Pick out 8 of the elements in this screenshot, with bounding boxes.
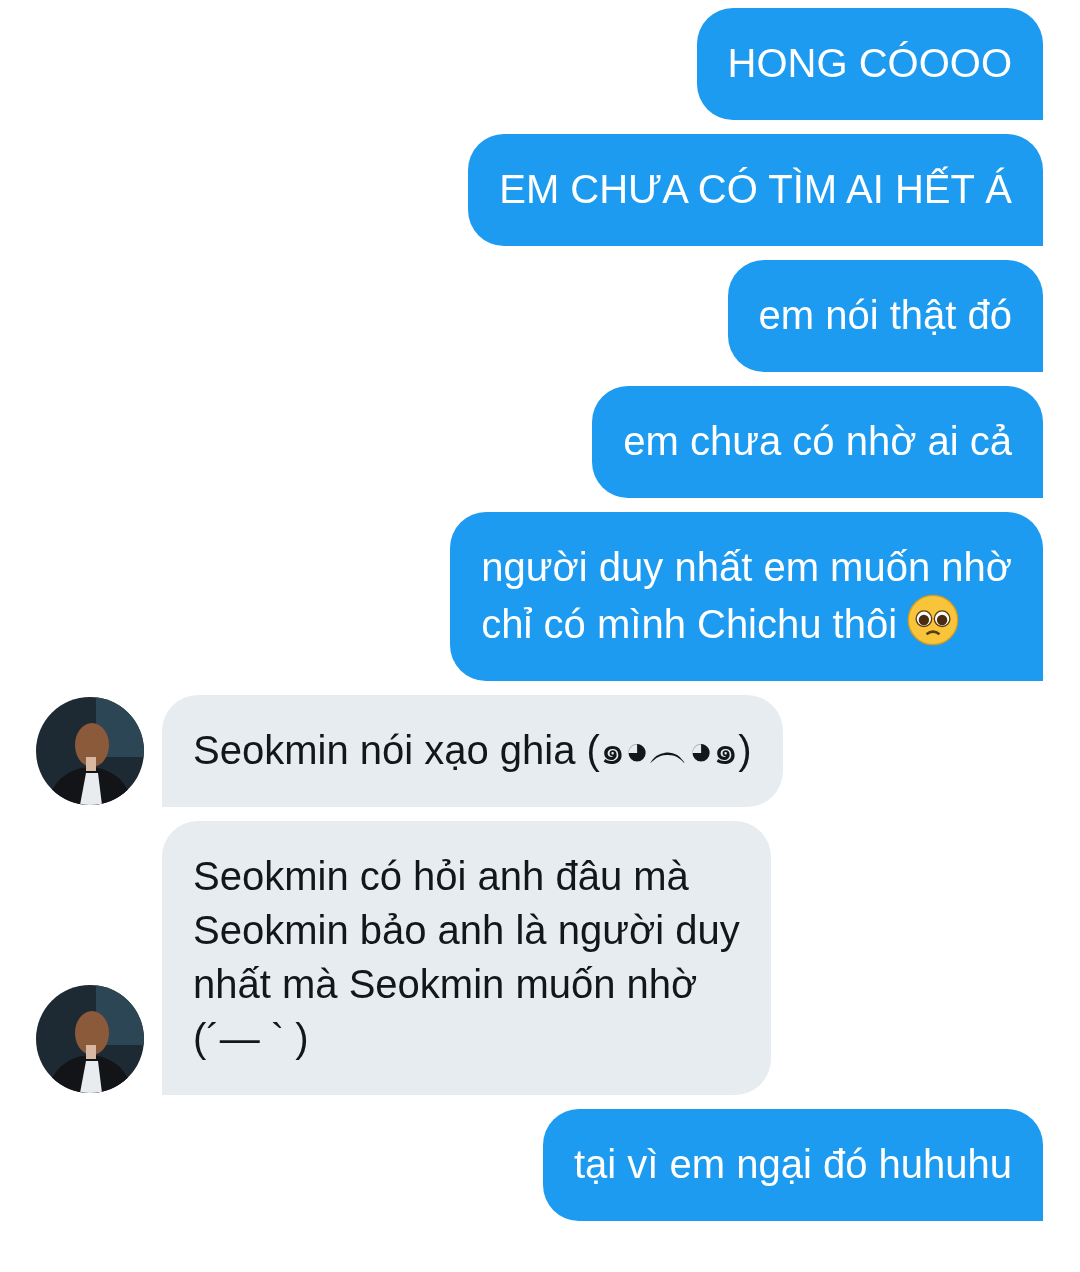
received-message: Seokmin có hỏi anh đâu mà Seokmin bảo anh là người duy nhất mà Seokmin muốn nhờ (´— ` ) — [162, 821, 771, 1095]
sent-message: EM CHƯA CÓ TÌM AI HẾT Á — [468, 134, 1043, 246]
sent-message: em chưa có nhờ ai cả — [592, 386, 1043, 498]
sent-message: HONG CÓOOO — [696, 8, 1043, 120]
sent-message: tại vì em ngại đó huhuhu — [542, 1109, 1043, 1221]
received-message: Seokmin nói xạo ghia (๑◕︵◕๑) — [162, 695, 783, 807]
sent-message: em nói thật đó — [727, 260, 1043, 372]
sent-message: người duy nhất em muốn nhờ chỉ có mình Chichu thôi — [450, 512, 1043, 681]
